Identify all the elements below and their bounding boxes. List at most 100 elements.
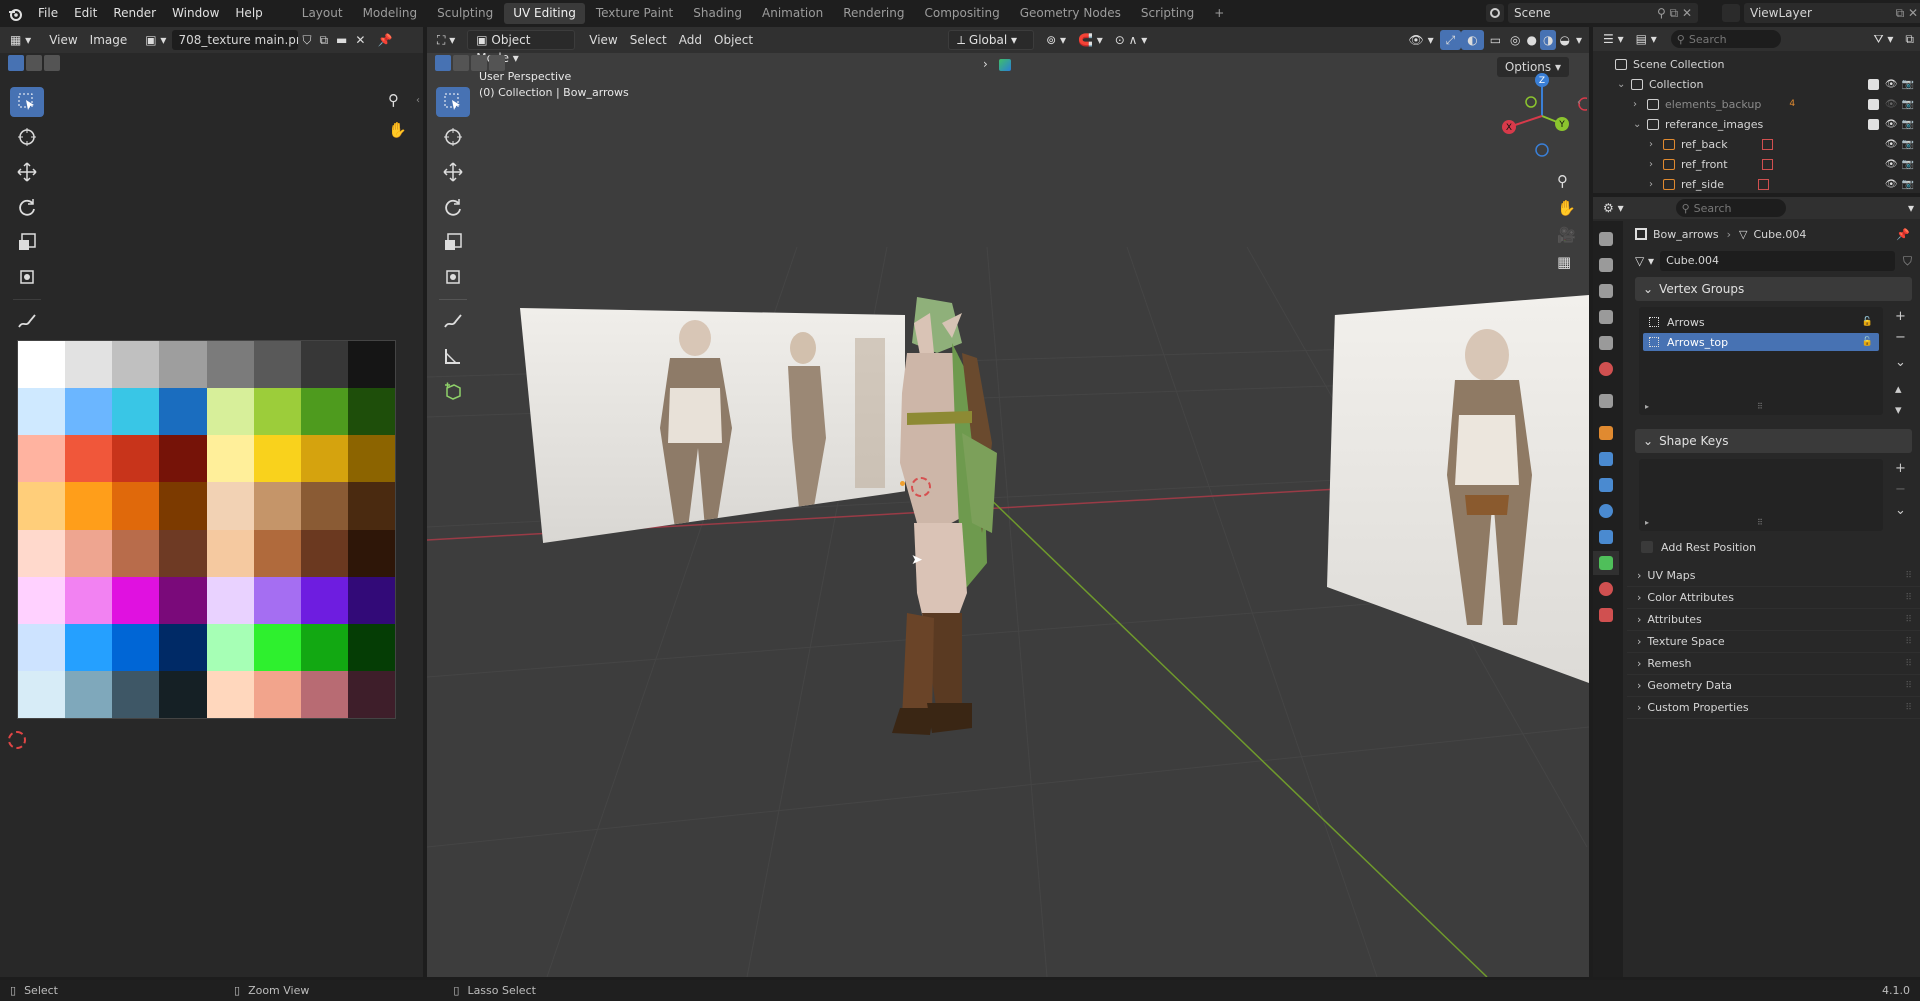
tab-layout[interactable]: Layout bbox=[293, 3, 352, 24]
visibility-eye-icon[interactable]: 👁 bbox=[1885, 159, 1898, 170]
add-cube-icon[interactable] bbox=[436, 376, 470, 406]
remove-vertex-group-button[interactable]: − bbox=[1895, 330, 1906, 345]
vertex-group-specials-icon[interactable]: ⌄ bbox=[1895, 355, 1906, 370]
properties-search-field[interactable]: ⚲ Search bbox=[1675, 199, 1786, 217]
drag-handle-icon[interactable]: ⠿ bbox=[1905, 659, 1912, 669]
expand-arrow-icon[interactable]: ⌄ bbox=[1633, 119, 1645, 130]
expand-arrow-icon[interactable]: › bbox=[1633, 99, 1645, 110]
render-camera-icon[interactable]: 📷 bbox=[1902, 99, 1914, 110]
scale-icon[interactable] bbox=[10, 227, 44, 257]
expand-arrow-icon[interactable]: › bbox=[1649, 179, 1661, 190]
tab-sculpting[interactable]: Sculpting bbox=[428, 3, 502, 24]
navigation-gizmo[interactable]: Z Y X bbox=[1497, 71, 1587, 161]
drag-handle-icon[interactable]: ⠿ bbox=[1905, 615, 1912, 625]
properties-editor-type-button[interactable]: ⚙ ▾ bbox=[1597, 198, 1630, 218]
lock-icon[interactable]: 🔓 bbox=[1862, 317, 1873, 327]
tab-uv-editing[interactable]: UV Editing bbox=[504, 3, 585, 24]
collection-tab-icon[interactable] bbox=[1593, 389, 1619, 413]
outliner-item-ref-front[interactable]: › ref_front 👁 📷 bbox=[1593, 154, 1920, 174]
viewport-sidebar-toggle-icon[interactable]: ‹ bbox=[1577, 97, 1581, 108]
viewport-cursor-icon[interactable] bbox=[436, 122, 470, 152]
3d-viewport[interactable]: ⛶ ▾ ▣ Object Mode ▾ ViewSelectAddObject … bbox=[427, 27, 1589, 977]
expand-arrow-icon[interactable]: › bbox=[1649, 159, 1661, 170]
tab-animation[interactable]: Animation bbox=[753, 3, 832, 24]
ortho-toggle-icon[interactable]: ▦ bbox=[1557, 253, 1571, 271]
open-image-button[interactable]: ▬ bbox=[332, 30, 351, 50]
panel-texture-space[interactable]: › Texture Space ⠿ bbox=[1627, 631, 1920, 653]
panel-custom-properties[interactable]: › Custom Properties ⠿ bbox=[1627, 697, 1920, 719]
viewport-select-box-icon[interactable] bbox=[436, 87, 470, 117]
menu-edit[interactable]: Edit bbox=[66, 0, 105, 27]
new-image-button[interactable]: ⧉ bbox=[315, 30, 332, 50]
panel-attributes[interactable]: › Attributes ⠿ bbox=[1627, 609, 1920, 631]
menu-window[interactable]: Window bbox=[164, 0, 227, 27]
drag-handle-icon[interactable]: ⠿ bbox=[1905, 593, 1912, 603]
pin-icon[interactable]: 📌 bbox=[373, 30, 396, 50]
modifier-tab-icon[interactable] bbox=[1593, 447, 1619, 471]
drag-handle-icon[interactable]: ⠿ bbox=[1905, 703, 1912, 713]
annotate-icon[interactable] bbox=[10, 306, 44, 336]
editor-type-button[interactable]: ▦ ▾ bbox=[4, 30, 37, 50]
sidebar-toggle-icon[interactable]: ‹ bbox=[416, 95, 420, 106]
mesh-name-field[interactable]: Cube.004 bbox=[1660, 251, 1895, 271]
scene-icon[interactable] bbox=[1486, 4, 1504, 22]
drag-handle-icon[interactable]: ⠿ bbox=[1905, 571, 1912, 581]
tab-shading[interactable]: Shading bbox=[684, 3, 751, 24]
rotate-icon[interactable] bbox=[10, 192, 44, 222]
exclude-checkbox[interactable] bbox=[1867, 78, 1879, 90]
move-down-icon[interactable]: ▾ bbox=[1895, 403, 1906, 418]
zoom-icon[interactable]: ⚲ bbox=[388, 91, 410, 113]
unlink-image-button[interactable]: ✕ bbox=[351, 30, 369, 50]
object-tab-icon[interactable] bbox=[1593, 421, 1619, 445]
view-layer-tab-icon[interactable] bbox=[1593, 305, 1619, 329]
list-filter-toggle-icon[interactable]: ▸ bbox=[1645, 402, 1649, 411]
add-shape-key-button[interactable]: + bbox=[1895, 461, 1906, 476]
visibility-eye-icon[interactable]: 👁 bbox=[1885, 179, 1898, 190]
render-camera-icon[interactable]: 📷 bbox=[1902, 159, 1914, 170]
panel-geometry-data[interactable]: › Geometry Data ⠿ bbox=[1627, 675, 1920, 697]
render-tab-icon[interactable] bbox=[1593, 253, 1619, 277]
image-editor-menu-image[interactable]: Image bbox=[84, 30, 134, 50]
add-rest-position-checkbox[interactable] bbox=[1641, 541, 1653, 553]
outliner-search-field[interactable]: ⚲ Search bbox=[1670, 30, 1781, 48]
drag-handle-icon[interactable]: ⠿ bbox=[1905, 681, 1912, 691]
menu-render[interactable]: Render bbox=[105, 0, 164, 27]
zoom-view-icon[interactable]: ⚲ bbox=[1557, 172, 1568, 190]
new-collection-icon[interactable]: ⧉ bbox=[1899, 29, 1920, 49]
outliner-item-elements-backup[interactable]: › elements_backup 4 👁 📷 bbox=[1593, 94, 1920, 114]
visibility-eye-icon[interactable]: 👁 bbox=[1885, 119, 1898, 130]
tab-modeling[interactable]: Modeling bbox=[354, 3, 427, 24]
viewport-scale-icon[interactable] bbox=[436, 227, 470, 257]
visibility-eye-icon[interactable]: 👁 bbox=[1885, 99, 1898, 110]
exclude-checkbox[interactable] bbox=[1867, 118, 1879, 130]
pin-properties-icon[interactable]: 📌 bbox=[1896, 228, 1910, 241]
outliner-item-ref-back[interactable]: › ref_back 👁 📷 bbox=[1593, 134, 1920, 154]
expand-arrow-icon[interactable]: › bbox=[1649, 139, 1661, 150]
tab-texture-paint[interactable]: Texture Paint bbox=[587, 3, 682, 24]
measure-icon[interactable] bbox=[436, 341, 470, 371]
vertex-group-row[interactable]: Arrows 🔓 bbox=[1643, 313, 1879, 331]
outliner-editor-type-button[interactable]: ☰ ▾ bbox=[1597, 29, 1630, 49]
image-name-field[interactable]: 708_texture main.png bbox=[172, 30, 299, 50]
data-tab-icon[interactable] bbox=[1593, 551, 1619, 575]
drag-handle-icon[interactable]: ⠿ bbox=[1905, 637, 1912, 647]
exclude-checkbox[interactable] bbox=[1867, 98, 1879, 110]
shape-key-specials-icon[interactable]: ⌄ bbox=[1895, 503, 1906, 518]
tab-rendering[interactable]: Rendering bbox=[834, 3, 913, 24]
move-icon[interactable] bbox=[10, 157, 44, 187]
particles-tab-icon[interactable] bbox=[1593, 473, 1619, 497]
move-up-icon[interactable]: ▴ bbox=[1895, 382, 1906, 397]
scene-selector[interactable]: Scene ⚲ ⧉ ✕ bbox=[1508, 3, 1698, 23]
world-tab-icon[interactable] bbox=[1593, 357, 1619, 381]
cursor-icon[interactable] bbox=[10, 122, 44, 152]
render-camera-icon[interactable]: 📷 bbox=[1902, 179, 1914, 190]
panel-uv-maps[interactable]: › UV Maps ⠿ bbox=[1627, 565, 1920, 587]
add-workspace-button[interactable]: + bbox=[1205, 3, 1233, 24]
transform-icon[interactable] bbox=[10, 262, 44, 292]
remove-shape-key-button[interactable]: − bbox=[1895, 482, 1906, 497]
viewport-move-icon[interactable] bbox=[436, 157, 470, 187]
vertex-group-row[interactable]: Arrows_top 🔓 bbox=[1643, 333, 1879, 351]
camera-view-icon[interactable]: 🎥 bbox=[1557, 226, 1576, 244]
lock-icon[interactable]: 🔓 bbox=[1862, 337, 1873, 347]
image-editor-menu-view[interactable]: View bbox=[43, 30, 83, 50]
